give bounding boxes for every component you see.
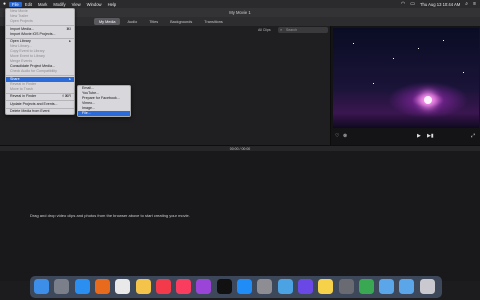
search-icon: ⌕ — [280, 27, 283, 32]
file_menu-item[interactable]: Check Audio for Compatibility — [6, 69, 74, 74]
file_menu-item-label: Share — [10, 76, 20, 81]
music-icon[interactable] — [176, 279, 192, 294]
menubar-clock[interactable]: Thu Aug 13 10:44 AM — [420, 2, 460, 7]
menu-window[interactable]: Window — [84, 2, 105, 7]
file-menu: New Movie New Trailer Open Projects Import … — [5, 8, 75, 115]
file_menu-item-label: Import iMovie iOS Projects... — [10, 31, 56, 36]
tab-my-media[interactable]: My Media — [94, 18, 121, 25]
file_menu-item-label: Merge Events — [10, 59, 33, 63]
file_menu-item-label: New Library... — [10, 44, 32, 48]
menu-separator — [6, 107, 74, 108]
photos-icon[interactable] — [135, 279, 151, 294]
control-center-icon[interactable]: ≡ — [473, 0, 476, 8]
wifi-icon[interactable]: ◠ — [401, 0, 405, 8]
screenshot-icon[interactable] — [338, 279, 354, 294]
tab-transitions[interactable]: Transitions — [199, 18, 227, 25]
menu-modify[interactable]: Modify — [50, 2, 68, 7]
share-submenu: Email... YouTube... Prepare for Facebook..… — [77, 85, 131, 117]
video-preview[interactable] — [333, 28, 479, 128]
file_menu-item[interactable]: Open Projects — [6, 19, 74, 24]
file_menu-item-label: Move to Trash — [10, 86, 33, 91]
search-placeholder: Search — [286, 28, 298, 32]
podcasts-icon[interactable] — [196, 279, 212, 294]
activity-icon[interactable] — [358, 279, 374, 294]
file_menu-item-label: Copy Event to Library — [10, 49, 45, 53]
safari-icon[interactable] — [74, 279, 90, 294]
menu-edit[interactable]: Edit — [22, 2, 35, 7]
menu-file[interactable]: File — [9, 1, 22, 7]
timeline[interactable]: Drag and drop video clips and photos fro… — [0, 151, 480, 281]
finder-icon[interactable] — [34, 279, 49, 294]
share_menu-item-label: YouTube... — [82, 91, 100, 95]
share_menu-item-label: Vimeo... — [82, 101, 96, 105]
file_menu-item-label: Consolidate Project Media... — [10, 64, 55, 68]
play-icon[interactable]: ▶ — [417, 133, 421, 139]
folder-icon[interactable] — [399, 279, 415, 294]
clips-filter[interactable]: All Clips — [258, 28, 271, 32]
file_menu-item-label: Open Library — [10, 39, 31, 43]
file_menu-item[interactable]: Move to Trash — [6, 87, 74, 92]
menu-bar: ● File Edit Mark Modify View Window Help… — [0, 0, 480, 8]
chrome-icon[interactable] — [115, 279, 131, 294]
file_menu-item-label: Move Event to Library — [10, 54, 45, 58]
imovie-icon[interactable] — [297, 279, 313, 294]
file_menu-item-label: New Trailer — [10, 14, 29, 18]
menu-mark[interactable]: Mark — [35, 2, 50, 7]
share_menu-item-label: Email... — [82, 86, 94, 90]
fullscreen-icon[interactable]: ⤢ — [471, 133, 475, 139]
firefox-icon[interactable] — [94, 279, 110, 294]
viewer-panel: ♡ ⊗ ▶ ▶▮ ⤢ — [330, 26, 480, 145]
trash-icon[interactable] — [419, 279, 435, 294]
menu-separator — [6, 25, 74, 26]
apple-icon[interactable]: ● — [0, 0, 9, 8]
search-icon[interactable]: ⌕ — [465, 0, 468, 8]
news-icon[interactable] — [155, 279, 171, 294]
share_menu-item-label: File... — [82, 111, 91, 115]
share_menu-item[interactable]: File... — [78, 111, 130, 116]
tv-icon[interactable] — [216, 279, 232, 294]
file_menu-item[interactable]: Delete Media from Event — [6, 109, 74, 114]
reject-icon[interactable]: ⊗ — [343, 133, 347, 139]
tab-titles[interactable]: Titles — [144, 18, 163, 25]
search-input[interactable]: ⌕ Search — [278, 27, 328, 33]
tab-backgrounds[interactable]: Backgrounds — [165, 18, 197, 25]
file_menu-item-label: Reveal in Finder — [10, 81, 37, 86]
menu-separator — [6, 75, 74, 76]
menu-separator — [6, 100, 74, 101]
menu-view[interactable]: View — [69, 2, 84, 7]
folder-icon[interactable] — [379, 279, 395, 294]
timeline-empty-message: Drag and drop video clips and photos fro… — [30, 213, 190, 218]
viewer-controls: ♡ ⊗ ▶ ▶▮ ⤢ — [331, 130, 480, 142]
file_menu-item[interactable]: Update Projects and Events... — [6, 102, 74, 107]
menu-help[interactable]: Help — [105, 2, 120, 7]
share_menu-item-label: Image... — [82, 106, 95, 110]
dock — [30, 276, 442, 298]
share_menu-item-label: Prepare for Facebook... — [82, 96, 120, 100]
battery-icon[interactable]: ▭ — [410, 0, 415, 8]
skip-icon[interactable]: ▶▮ — [427, 133, 434, 139]
preview-icon[interactable] — [277, 279, 293, 294]
tab-audio[interactable]: Audio — [122, 18, 142, 25]
menu-separator — [6, 37, 74, 38]
notes-icon[interactable] — [318, 279, 334, 294]
file_menu-item[interactable]: Import iMovie iOS Projects... — [6, 32, 74, 37]
file_menu-item-label: New Movie — [10, 9, 28, 13]
menu-shortcut: ⇧⌘R — [61, 94, 71, 98]
menu-separator — [6, 92, 74, 93]
file_menu-item-label: Check Audio for Compatibility — [10, 69, 57, 73]
settings-icon[interactable] — [257, 279, 273, 294]
file_menu-item[interactable]: Reveal in Finder ⇧⌘R — [6, 94, 74, 99]
file_menu-item-label: Reveal in Finder — [10, 94, 37, 98]
file_menu-item-label: Delete Media from Event — [10, 109, 50, 113]
preview-glow — [424, 96, 432, 104]
launchpad-icon[interactable] — [54, 279, 70, 294]
file_menu-item-label: Open Projects — [10, 19, 33, 23]
app-store-icon[interactable] — [237, 279, 252, 294]
heart-icon[interactable]: ♡ — [335, 133, 339, 139]
file_menu-item-label: Update Projects and Events... — [10, 101, 58, 106]
file_menu-item-label: Import Media... — [10, 26, 34, 31]
